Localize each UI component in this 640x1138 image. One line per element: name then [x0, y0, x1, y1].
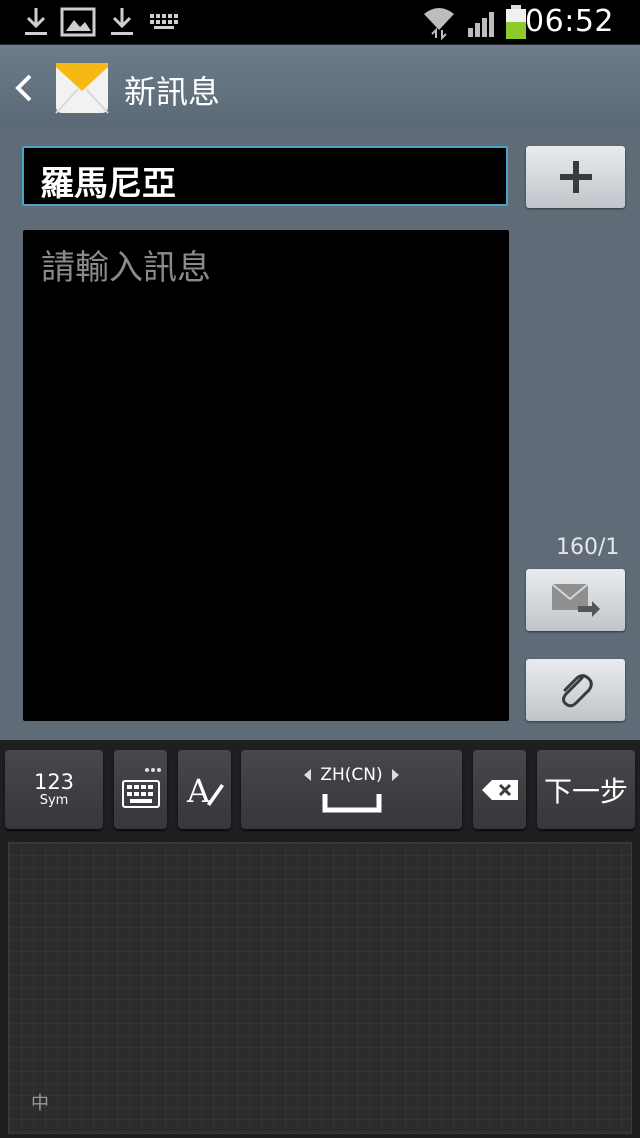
input-mode-label: 中	[31, 1093, 49, 1114]
next-key-label: 下一步	[543, 774, 628, 808]
signal-icon	[468, 12, 494, 37]
send-message-icon	[550, 583, 600, 617]
language-label: ZH(CN)	[320, 764, 383, 785]
keyboard: 123 Sym A ZH(CN) 下一步 中	[0, 740, 640, 1138]
backspace-key[interactable]	[473, 750, 526, 829]
envelope-icon[interactable]	[54, 61, 110, 115]
sym-key-label: 123	[33, 769, 75, 794]
wifi-icon	[424, 8, 454, 40]
sym-key[interactable]: 123 Sym	[5, 750, 103, 829]
download-icon	[25, 8, 47, 35]
message-placeholder: 請輸入訊息	[41, 248, 211, 288]
sym-key-sublabel: Sym	[39, 792, 69, 808]
recipient-input[interactable]: 羅馬尼亞	[22, 146, 508, 206]
compose-area: 羅馬尼亞 請輸入訊息 160/1	[0, 129, 640, 740]
char-counter: 160/1	[556, 535, 620, 560]
handwriting-key[interactable]: A	[178, 750, 231, 829]
backspace-icon	[481, 779, 518, 800]
handwriting-pad[interactable]: 中	[8, 842, 632, 1134]
space-icon	[322, 793, 381, 812]
plus-icon	[559, 161, 592, 193]
keyboard-icon	[150, 14, 178, 29]
keyboard-settings-key[interactable]	[114, 750, 167, 829]
arrow-left-icon	[304, 768, 312, 781]
send-button[interactable]	[526, 569, 625, 631]
svg-text:A: A	[186, 772, 211, 810]
status-time: 06:52	[525, 4, 614, 39]
message-input[interactable]: 請輸入訊息	[23, 230, 509, 721]
arrow-right-icon	[391, 768, 399, 781]
chevron-left-icon[interactable]	[12, 73, 38, 103]
keyboard-icon	[121, 767, 161, 808]
add-recipient-button[interactable]	[526, 146, 625, 208]
download-icon	[111, 8, 133, 35]
action-bar: 新訊息	[0, 45, 640, 129]
attach-button[interactable]	[526, 659, 625, 721]
page-title: 新訊息	[124, 73, 221, 111]
space-key[interactable]: ZH(CN)	[241, 750, 462, 829]
paperclip-icon	[561, 674, 593, 708]
next-key[interactable]: 下一步	[537, 750, 635, 829]
handwriting-icon: A	[186, 772, 224, 810]
image-icon	[60, 7, 96, 37]
language-switch: ZH(CN)	[302, 764, 400, 786]
recipient-text: 羅馬尼亞	[40, 164, 176, 204]
status-bar: 06:52	[0, 0, 640, 45]
